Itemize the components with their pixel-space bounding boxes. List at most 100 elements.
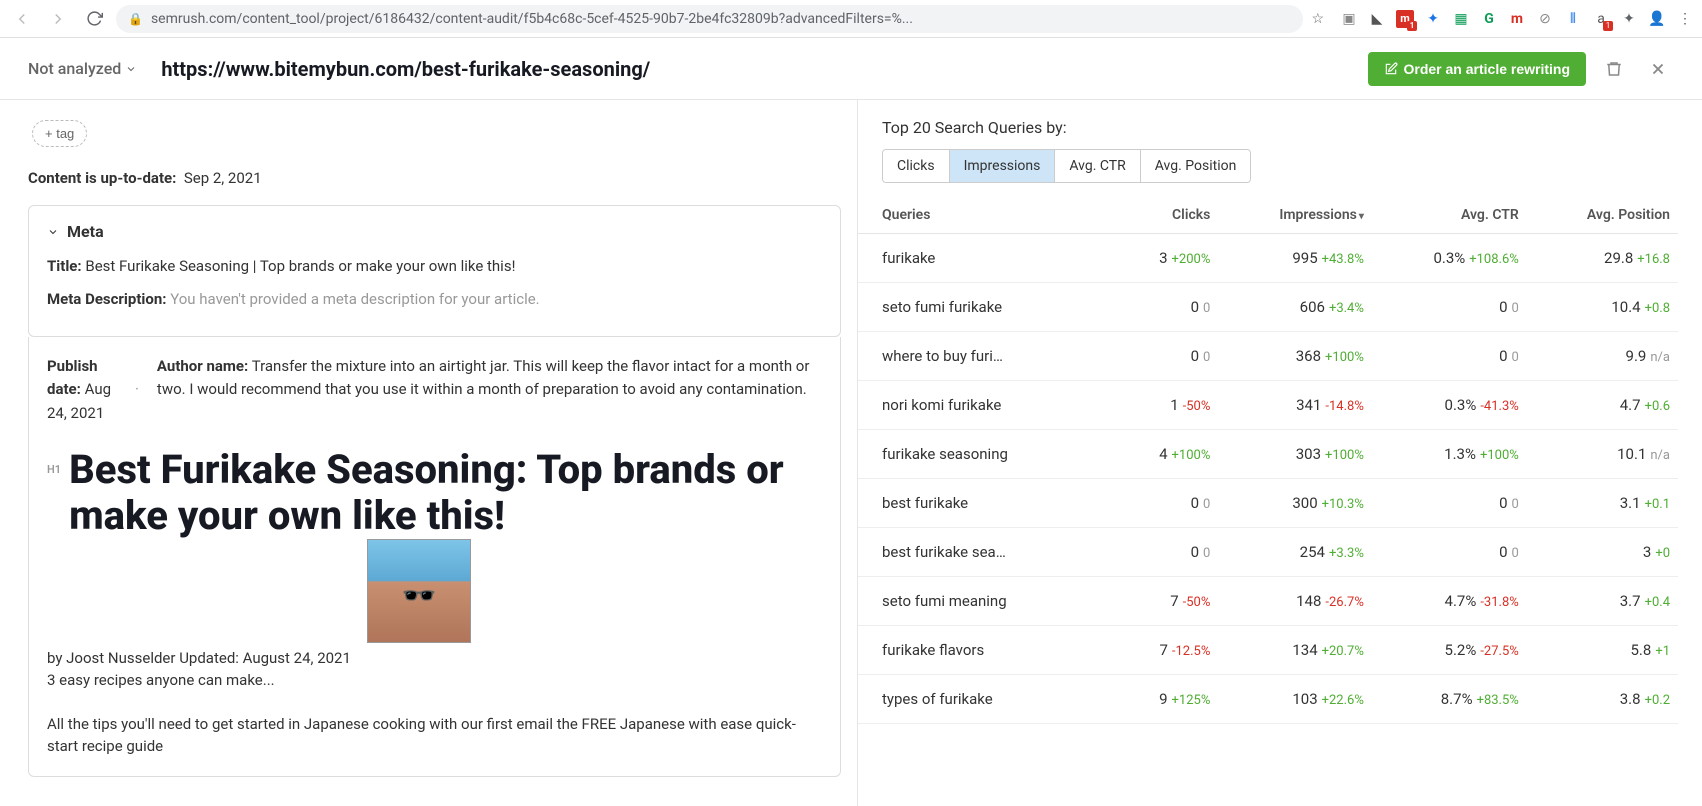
impressions-cell: 254+3.3%	[1218, 528, 1372, 577]
table-row[interactable]: furikake flavors7-12.5%134+20.7%5.2%-27.…	[858, 626, 1678, 675]
table-row[interactable]: seto fumi meaning7-50%148-26.7%4.7%-31.8…	[858, 577, 1678, 626]
ext-icon-5[interactable]: ▦	[1452, 10, 1470, 28]
extensions-icon[interactable]: ✦	[1620, 10, 1638, 28]
query-tabs: Clicks Impressions Avg. CTR Avg. Positio…	[882, 149, 1251, 183]
impressions-cell: 300+10.3%	[1218, 479, 1372, 528]
page-header: Not analyzed https://www.bitemybun.com/b…	[0, 38, 1702, 100]
impressions-cell: 341-14.8%	[1218, 381, 1372, 430]
meta-title-row: Title: Best Furikake Seasoning | Top bra…	[47, 255, 822, 278]
ext-icon-1[interactable]: ▣	[1340, 10, 1358, 28]
clicks-cell: 00	[1120, 283, 1218, 332]
col-avg-ctr[interactable]: Avg. CTR	[1372, 197, 1527, 234]
clicks-cell: 7-50%	[1120, 577, 1218, 626]
position-cell: 3.7+0.4	[1527, 577, 1678, 626]
forward-button[interactable]	[44, 5, 72, 33]
col-clicks[interactable]: Clicks	[1120, 197, 1218, 234]
star-icon[interactable]: ☆	[1311, 11, 1324, 27]
ctr-cell: 0.3%+108.6%	[1372, 234, 1527, 283]
meta-card: Meta Title: Best Furikake Seasoning | To…	[28, 205, 841, 337]
ctr-cell: 00	[1372, 528, 1527, 577]
profile-avatar[interactable]: 👤	[1648, 10, 1666, 28]
tab-clicks[interactable]: Clicks	[883, 150, 950, 182]
status-dropdown[interactable]: Not analyzed	[28, 59, 137, 78]
chevron-down-icon	[47, 226, 59, 238]
table-row[interactable]: furikake3+200%995+43.8%0.3%+108.6%29.8+1…	[858, 234, 1678, 283]
ctr-cell: 00	[1372, 332, 1527, 381]
impressions-cell: 303+100%	[1218, 430, 1372, 479]
content-date-value: Sep 2, 2021	[184, 169, 262, 187]
query-cell: best furikake sea…	[858, 528, 1120, 577]
clicks-cell: 00	[1120, 332, 1218, 381]
ext-icon-m[interactable]: m1	[1396, 10, 1414, 28]
meta-title-value: Best Furikake Seasoning | Top brands or …	[85, 257, 515, 275]
meta-toggle[interactable]: Meta	[47, 222, 822, 241]
query-cell: nori komi furikake	[858, 381, 1120, 430]
reload-button[interactable]	[80, 5, 108, 33]
browser-bar: 🔒 semrush.com/content_tool/project/61864…	[0, 0, 1702, 38]
impressions-cell: 134+20.7%	[1218, 626, 1372, 675]
impressions-cell: 606+3.4%	[1218, 283, 1372, 332]
position-cell: 4.7+0.6	[1527, 381, 1678, 430]
position-cell: 3+0	[1527, 528, 1678, 577]
tab-avg-position[interactable]: Avg. Position	[1141, 150, 1251, 182]
queries-title: Top 20 Search Queries by:	[882, 118, 1678, 137]
status-label: Not analyzed	[28, 59, 121, 78]
ext-icon-a[interactable]: a1	[1592, 10, 1610, 28]
ext-icon-m2[interactable]: m	[1508, 10, 1526, 28]
author-avatar	[367, 539, 471, 643]
ext-icon-8[interactable]: ⊘	[1536, 10, 1554, 28]
query-cell: furikake flavors	[858, 626, 1120, 675]
ctr-cell: 0.3%-41.3%	[1372, 381, 1527, 430]
tab-avg-ctr[interactable]: Avg. CTR	[1055, 150, 1140, 182]
sort-indicator-icon: ▾	[1359, 211, 1364, 222]
impressions-cell: 368+100%	[1218, 332, 1372, 381]
impressions-cell: 148-26.7%	[1218, 577, 1372, 626]
author-name: Author name: Transfer the mixture into a…	[157, 355, 822, 402]
table-row[interactable]: furikake seasoning4+100%303+100%1.3%+100…	[858, 430, 1678, 479]
ext-icon-2[interactable]: ◣	[1368, 10, 1386, 28]
tab-impressions[interactable]: Impressions	[950, 150, 1056, 182]
table-row[interactable]: best furikake sea…00254+3.3%003+0	[858, 528, 1678, 577]
col-queries[interactable]: Queries	[858, 197, 1120, 234]
ctr-cell: 1.3%+100%	[1372, 430, 1527, 479]
table-row[interactable]: types of furikake9+125%103+22.6%8.7%+83.…	[858, 675, 1678, 724]
order-rewriting-button[interactable]: Order an article rewriting	[1368, 52, 1587, 86]
table-row[interactable]: nori komi furikake1-50%341-14.8%0.3%-41.…	[858, 381, 1678, 430]
menu-icon[interactable]: ⋮	[1676, 10, 1694, 28]
close-button[interactable]	[1642, 53, 1674, 85]
col-impressions[interactable]: Impressions▾	[1218, 197, 1372, 234]
clicks-cell: 9+125%	[1120, 675, 1218, 724]
intro-line: 3 easy recipes anyone can make...	[47, 671, 822, 689]
query-cell: best furikake	[858, 479, 1120, 528]
left-panel: + tag Content is up-to-date: Sep 2, 2021…	[0, 100, 857, 806]
edit-icon	[1384, 62, 1398, 76]
right-panel: Top 20 Search Queries by: Clicks Impress…	[857, 100, 1702, 806]
add-tag-button[interactable]: + tag	[32, 120, 87, 147]
page-url: https://www.bitemybun.com/best-furikake-…	[161, 57, 650, 81]
table-row[interactable]: seto fumi furikake00606+3.4%0010.4+0.8	[858, 283, 1678, 332]
url-bar[interactable]: 🔒 semrush.com/content_tool/project/61864…	[116, 5, 1303, 33]
impressions-cell: 995+43.8%	[1218, 234, 1372, 283]
publish-date: Publish date: Aug 24, 2021	[47, 355, 117, 425]
query-cell: seto fumi furikake	[858, 283, 1120, 332]
ctr-cell: 00	[1372, 283, 1527, 332]
delete-button[interactable]	[1598, 53, 1630, 85]
table-row[interactable]: where to buy furi…00368+100%009.9n/a	[858, 332, 1678, 381]
position-cell: 10.4+0.8	[1527, 283, 1678, 332]
ext-icon-g[interactable]: G	[1480, 10, 1498, 28]
col-avg-position[interactable]: Avg. Position	[1527, 197, 1678, 234]
separator-dot: ·	[135, 378, 139, 401]
h1-badge: H1	[47, 463, 61, 476]
position-cell: 29.8+16.8	[1527, 234, 1678, 283]
content-card: Publish date: Aug 24, 2021 · Author name…	[28, 337, 841, 777]
extension-icons: ▣ ◣ m1 ✦ ▦ G m ⊘ ⦀ a1 ✦ 👤 ⋮	[1332, 10, 1694, 28]
ext-icon-4[interactable]: ✦	[1424, 10, 1442, 28]
table-row[interactable]: best furikake00300+10.3%003.1+0.1	[858, 479, 1678, 528]
url-text: semrush.com/content_tool/project/6186432…	[151, 11, 913, 27]
lock-icon: 🔒	[128, 12, 143, 26]
back-button[interactable]	[8, 5, 36, 33]
meta-section-label: Meta	[67, 222, 104, 241]
byline: by Joost Nusselder Updated: August 24, 2…	[47, 649, 822, 667]
ctr-cell: 5.2%-27.5%	[1372, 626, 1527, 675]
ext-icon-9[interactable]: ⦀	[1564, 10, 1582, 28]
